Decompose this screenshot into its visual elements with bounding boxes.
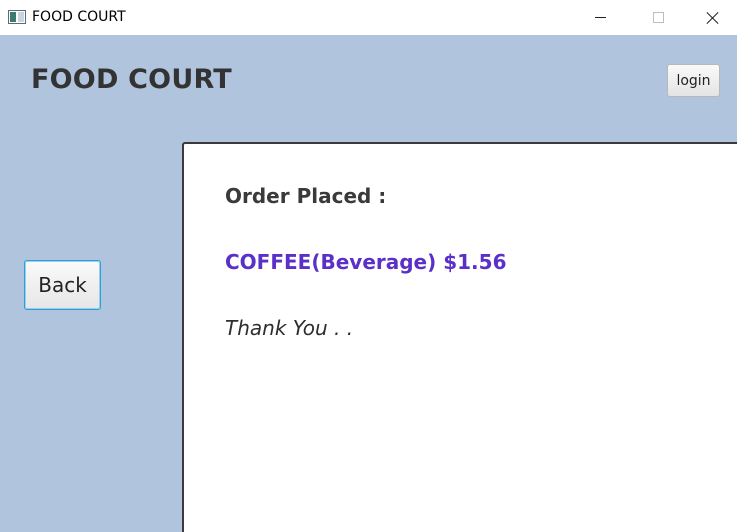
maximize-button[interactable] bbox=[629, 0, 687, 35]
window-titlebar: FOOD COURT bbox=[0, 0, 737, 35]
thank-you-text: Thank You . . bbox=[225, 316, 354, 340]
login-button[interactable]: login bbox=[667, 64, 720, 97]
window-title: FOOD COURT bbox=[32, 9, 126, 25]
order-item-text: COFFEE(Beverage) $1.56 bbox=[225, 250, 507, 274]
maximize-icon bbox=[652, 12, 664, 23]
minimize-icon bbox=[594, 17, 606, 18]
app-heading: FOOD COURT bbox=[31, 64, 232, 95]
close-icon bbox=[706, 11, 719, 24]
app-icon bbox=[8, 10, 26, 24]
order-placed-heading: Order Placed : bbox=[225, 184, 387, 208]
minimize-button[interactable] bbox=[571, 0, 629, 35]
close-button[interactable] bbox=[687, 0, 737, 35]
back-button[interactable]: Back bbox=[24, 260, 101, 310]
order-panel: Order Placed : COFFEE(Beverage) $1.56 Th… bbox=[182, 142, 737, 532]
